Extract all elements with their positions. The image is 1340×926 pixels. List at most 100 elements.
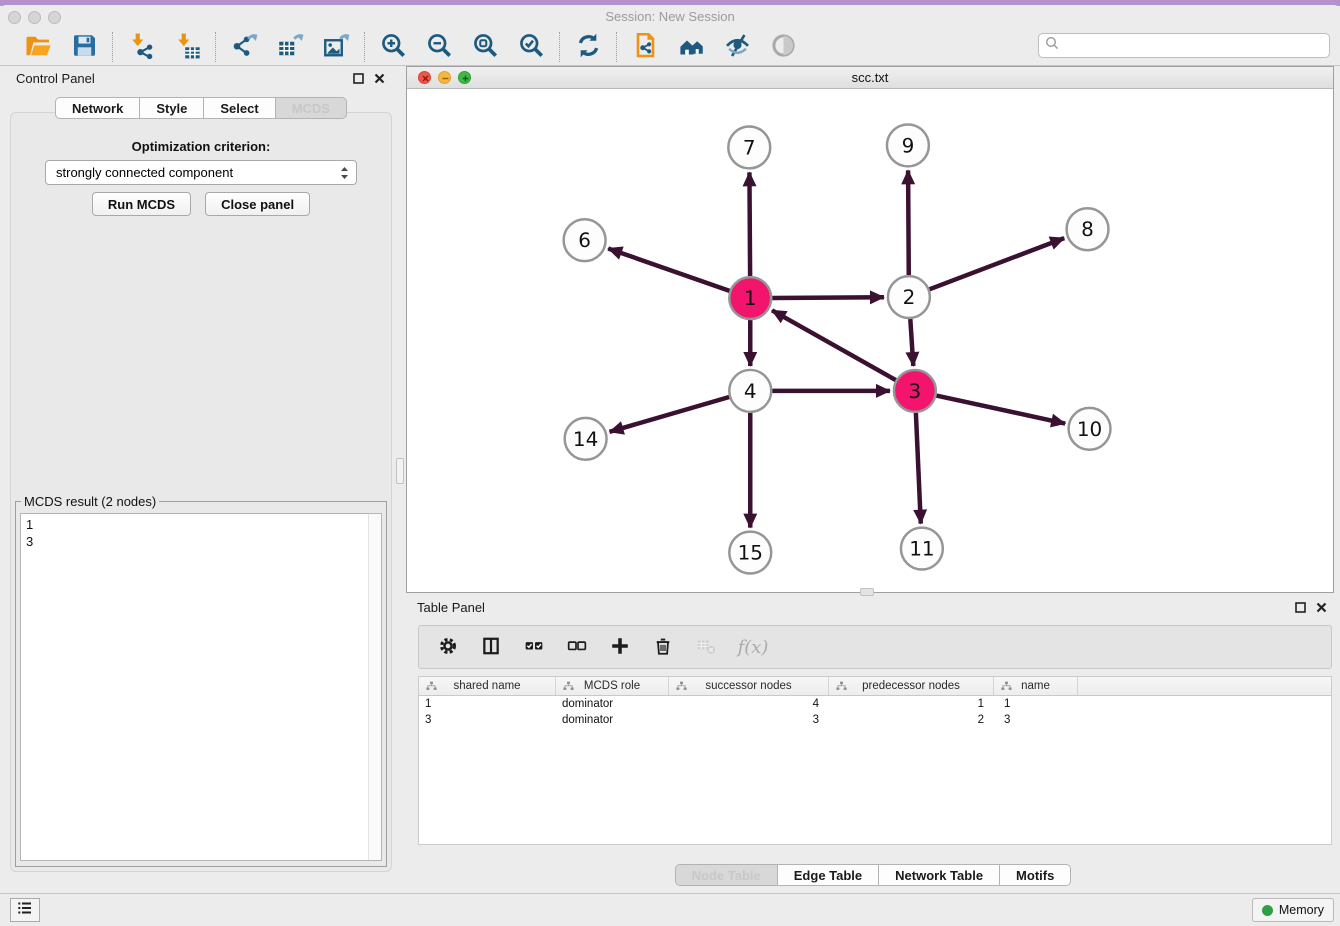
zoom-in-button[interactable] xyxy=(378,32,408,62)
node-2[interactable]: 2 xyxy=(888,276,930,318)
node-4[interactable]: 4 xyxy=(729,370,771,412)
toolbar-group xyxy=(10,32,112,62)
edge-2-3[interactable] xyxy=(910,319,913,366)
table-tab-node-table[interactable]: Node Table xyxy=(675,864,778,886)
close-table-panel-icon[interactable] xyxy=(1315,601,1328,614)
network-canvas[interactable]: 7 9 6 8 1 2 4 3 14 10 15 11 xyxy=(407,89,1333,592)
add-column-button[interactable] xyxy=(607,634,633,660)
duplicate-network-button[interactable] xyxy=(630,32,660,62)
edge-1-6[interactable] xyxy=(608,248,729,290)
cell[interactable]: 1 xyxy=(419,696,556,712)
cell[interactable]: dominator xyxy=(556,696,669,712)
node-10[interactable]: 10 xyxy=(1069,408,1111,450)
cell[interactable]: 4 xyxy=(669,696,829,712)
edge-2-9[interactable] xyxy=(908,170,909,275)
network-window-titlebar[interactable]: scc.txt xyxy=(407,67,1333,89)
refresh-button[interactable] xyxy=(573,32,603,62)
cell[interactable]: 1 xyxy=(829,696,994,712)
zoom-selected-button[interactable] xyxy=(516,32,546,62)
home-button[interactable] xyxy=(676,32,706,62)
birds-eye-view-icon xyxy=(770,32,797,62)
import-network-button[interactable] xyxy=(126,32,156,62)
search-field[interactable] xyxy=(1038,33,1330,58)
deselect-all-rows-button[interactable] xyxy=(564,634,590,660)
open-session-button[interactable] xyxy=(23,32,53,62)
control-tab-mcds[interactable]: MCDS xyxy=(276,97,347,119)
cell[interactable]: 3 xyxy=(994,712,1078,728)
close-panel-icon[interactable] xyxy=(373,72,386,85)
column-header-shared-name[interactable]: shared name xyxy=(419,677,556,695)
table-row[interactable]: 1dominator411 xyxy=(419,696,1331,712)
edge-3-10[interactable] xyxy=(936,396,1065,424)
float-table-panel-icon[interactable] xyxy=(1294,601,1307,614)
search-input[interactable] xyxy=(1060,36,1329,56)
close-panel-button[interactable]: Close panel xyxy=(205,192,310,216)
import-table-icon xyxy=(174,32,201,62)
attribute-icon xyxy=(835,681,848,694)
column-label: name xyxy=(1021,680,1050,692)
node-9[interactable]: 9 xyxy=(887,124,929,166)
zoom-out-button[interactable] xyxy=(424,32,454,62)
edge-3-11[interactable] xyxy=(916,413,921,524)
edge-2-8[interactable] xyxy=(929,238,1064,289)
toggle-graphics-details-button[interactable] xyxy=(722,32,752,62)
edge-1-2[interactable] xyxy=(772,297,884,298)
node-7[interactable]: 7 xyxy=(728,126,770,168)
zoom-fit-button[interactable] xyxy=(470,32,500,62)
export-table-button[interactable] xyxy=(275,32,305,62)
main-titlebar: Session: New Session xyxy=(0,5,1340,28)
table-row[interactable]: 3dominator323 xyxy=(419,712,1331,728)
cell[interactable]: 1 xyxy=(994,696,1078,712)
node-3[interactable]: 3 xyxy=(894,370,936,412)
edge-1-7[interactable] xyxy=(749,172,750,276)
table-tab-edge-table[interactable]: Edge Table xyxy=(778,864,879,886)
control-panel-tabs: NetworkStyleSelectMCDS xyxy=(2,97,400,119)
import-table-button[interactable] xyxy=(172,32,202,62)
save-session-button[interactable] xyxy=(69,32,99,62)
run-mcds-button[interactable]: Run MCDS xyxy=(92,192,191,216)
edge-3-1[interactable] xyxy=(772,310,896,380)
attribute-icon xyxy=(562,681,575,694)
edge-4-14[interactable] xyxy=(610,397,730,432)
column-header-name[interactable]: name xyxy=(994,677,1078,695)
export-image-button[interactable] xyxy=(321,32,351,62)
list-button[interactable] xyxy=(10,898,40,922)
column-label: MCDS role xyxy=(584,680,640,692)
node-15[interactable]: 15 xyxy=(729,532,771,574)
criterion-dropdown[interactable]: strongly connected component xyxy=(45,160,357,185)
result-scrollbar[interactable] xyxy=(368,514,381,860)
delete-column-button[interactable] xyxy=(650,634,676,660)
birds-eye-view-button[interactable] xyxy=(768,32,798,62)
delete-table-icon xyxy=(696,636,716,659)
show-columns-button[interactable] xyxy=(478,634,504,660)
column-label: successor nodes xyxy=(705,680,791,692)
column-header-mcds-role[interactable]: MCDS role xyxy=(556,677,669,695)
cell[interactable]: 2 xyxy=(829,712,994,728)
control-tab-select[interactable]: Select xyxy=(204,97,275,119)
select-all-rows-button[interactable] xyxy=(521,634,547,660)
column-header-predecessor-nodes[interactable]: predecessor nodes xyxy=(829,677,994,695)
node-11[interactable]: 11 xyxy=(901,528,943,570)
node-14[interactable]: 14 xyxy=(565,418,607,460)
node-8[interactable]: 8 xyxy=(1067,208,1109,250)
zoom-in-icon xyxy=(380,32,407,62)
node-6[interactable]: 6 xyxy=(564,219,606,261)
export-network-button[interactable] xyxy=(229,32,259,62)
mcds-result-box[interactable]: 1 3 xyxy=(20,513,382,861)
memory-button[interactable]: Memory xyxy=(1252,898,1334,922)
table-tab-network-table[interactable]: Network Table xyxy=(879,864,1000,886)
cell[interactable]: 3 xyxy=(419,712,556,728)
node-1[interactable]: 1 xyxy=(729,277,771,319)
column-header-successor-nodes[interactable]: successor nodes xyxy=(669,677,829,695)
control-tab-network[interactable]: Network xyxy=(55,97,140,119)
splitter-grip-vertical[interactable] xyxy=(396,458,404,484)
cell[interactable]: 3 xyxy=(669,712,829,728)
float-panel-icon[interactable] xyxy=(352,72,365,85)
column-label: predecessor nodes xyxy=(862,680,960,692)
network-view-window: scc.txt 7 9 6 8 1 2 4 3 14 10 15 11 xyxy=(406,66,1334,593)
cell[interactable]: dominator xyxy=(556,712,669,728)
attribute-icon xyxy=(425,681,438,694)
control-tab-style[interactable]: Style xyxy=(140,97,204,119)
table-tab-motifs[interactable]: Motifs xyxy=(1000,864,1071,886)
settings-button[interactable] xyxy=(435,634,461,660)
